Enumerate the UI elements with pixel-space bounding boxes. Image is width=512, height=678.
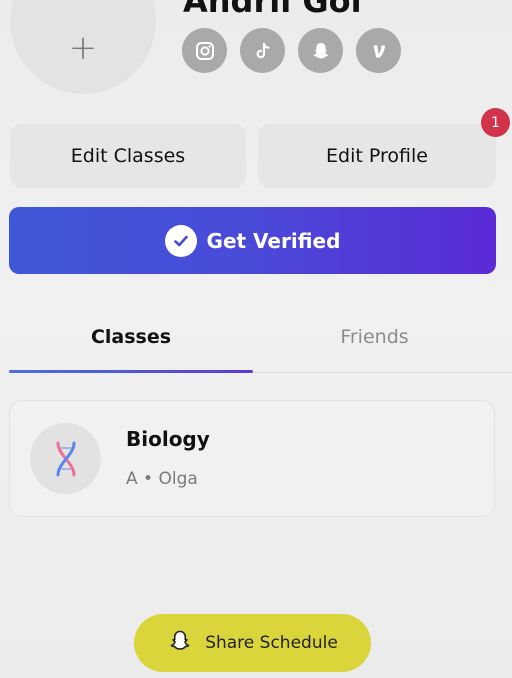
- get-verified-button[interactable]: Get Verified: [9, 207, 496, 274]
- edit-classes-button[interactable]: Edit Classes: [10, 124, 246, 188]
- class-title: Biology: [126, 427, 210, 451]
- venmo-icon[interactable]: [356, 28, 401, 73]
- tiktok-icon[interactable]: [240, 28, 285, 73]
- share-schedule-label: Share Schedule: [205, 633, 338, 653]
- notification-badge: 1: [481, 108, 510, 137]
- get-verified-label: Get Verified: [206, 228, 341, 253]
- profile-name: Andrii Gol: [183, 0, 362, 20]
- edit-profile-button[interactable]: Edit Profile: [258, 124, 496, 188]
- social-links: [182, 28, 401, 73]
- tab-friends[interactable]: Friends: [253, 326, 496, 348]
- instagram-icon[interactable]: [182, 28, 227, 73]
- class-card-biology[interactable]: Biology A • Olga: [10, 401, 494, 516]
- snapchat-ghost-icon: [167, 628, 193, 658]
- active-tab-indicator: [9, 370, 253, 373]
- snapchat-icon[interactable]: [298, 28, 343, 73]
- edit-classes-label: Edit Classes: [70, 145, 186, 167]
- edit-profile-label: Edit Profile: [326, 145, 428, 167]
- check-circle-icon: [164, 224, 197, 257]
- tab-classes[interactable]: Classes: [9, 326, 253, 348]
- avatar[interactable]: +: [10, 0, 156, 94]
- dna-icon: [30, 423, 101, 494]
- add-photo-icon: +: [68, 28, 98, 68]
- class-meta: A • Olga: [126, 469, 198, 489]
- share-schedule-button[interactable]: Share Schedule: [134, 614, 371, 672]
